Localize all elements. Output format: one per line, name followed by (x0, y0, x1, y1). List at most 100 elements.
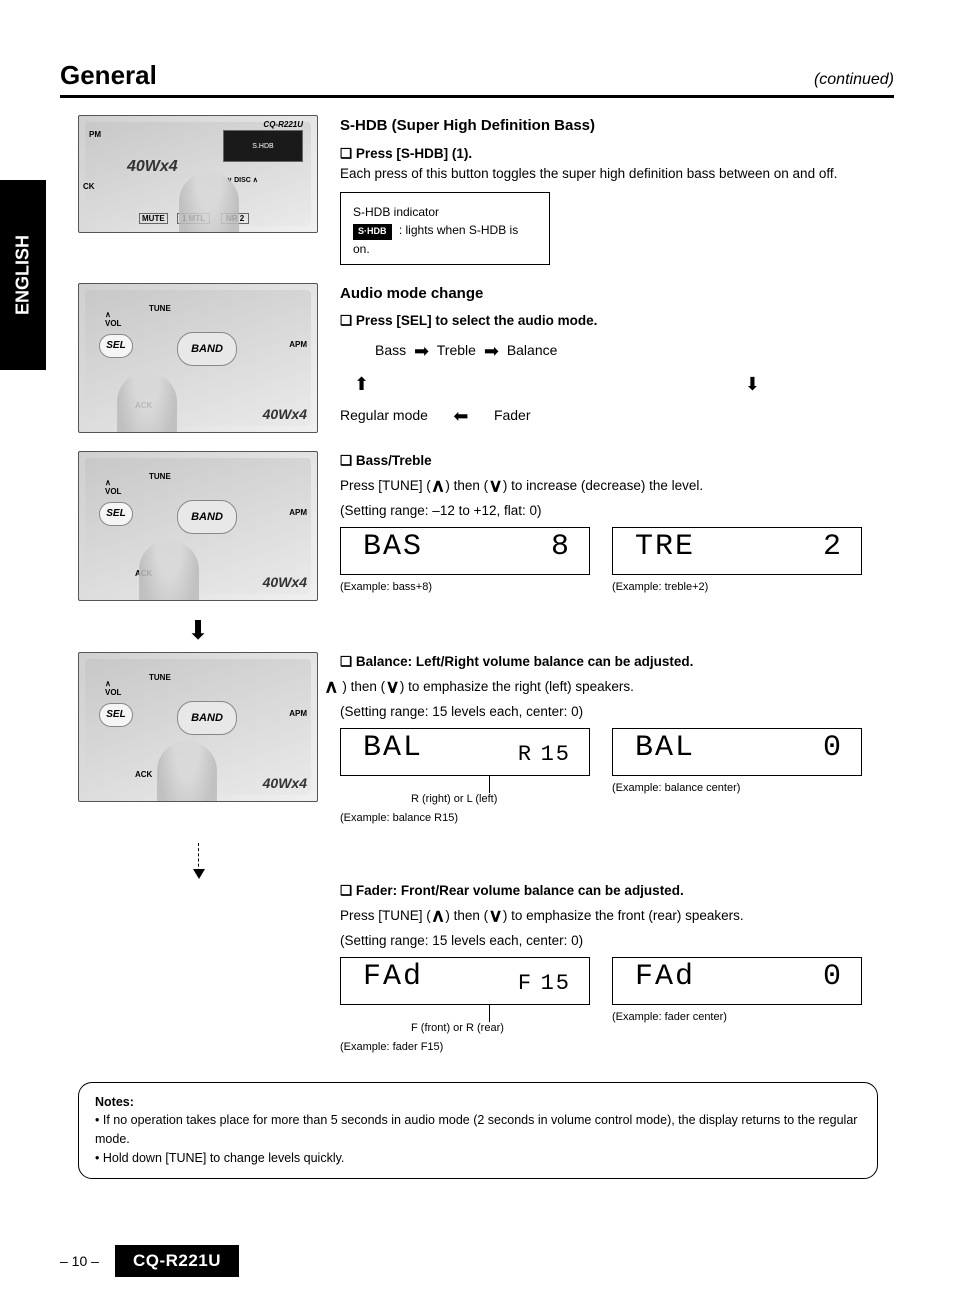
balance-range: (Setting range: 15 levels each, center: … (340, 702, 878, 722)
sel-button: SEL (99, 334, 133, 358)
tune-label: TUNE (149, 673, 171, 682)
hand-pointer-icon (157, 741, 217, 802)
tune-label: TUNE (149, 304, 171, 313)
balance-step-text: ∧ ) then (∨) to emphasize the right (lef… (324, 672, 878, 702)
page-number: – 10 – (60, 1253, 99, 1269)
lcd-bass-val: 8 (551, 525, 571, 570)
shdb-heading: S-HDB (Super High Definition Bass) (340, 115, 878, 138)
lcd-fad2-val: 0 (823, 955, 843, 1000)
vol-label: ∧VOL (105, 310, 121, 328)
bass-range: (Setting range: –12 to +12, flat: 0) (340, 501, 878, 521)
audio-mode-flow: Bass ➡ Treble ➡ Balance ⬆ ⬇ Regular mode (340, 335, 878, 432)
lcd-bass: BAS 8 (340, 527, 590, 575)
lcd-fad2-caption: (Example: fader center) (612, 1009, 862, 1026)
sel-button: SEL (99, 502, 133, 526)
caret-up-icon: ∧ (431, 902, 446, 929)
lcd-fader2: FAd 0 (612, 957, 862, 1005)
language-tab: ENGLISH (0, 180, 46, 370)
hand-pointer-icon (139, 540, 199, 601)
arrow-right-icon: ➡ (414, 341, 429, 361)
device-illustration-shdb: CQ-R221U PM 40Wx4 S.HDB ∨ DISC ∧ CK MUTE… (78, 115, 318, 233)
fader-step-text: Press [TUNE] (∧) then (∨) to emphasize t… (340, 901, 878, 931)
notes-title: Notes: (95, 1095, 134, 1109)
lcd-treble-label: TRE (635, 525, 695, 570)
caret-up-icon: ∧ (324, 673, 339, 700)
fader-pointer-label: F (front) or R (rear) (411, 1020, 504, 1037)
power-label4: 40Wx4 (263, 775, 307, 791)
arrow-up-icon: ⬆ (354, 368, 369, 400)
lcd-mini: S.HDB (223, 130, 303, 162)
model-label: CQ-R221U (263, 120, 303, 129)
shdb-indicator-line1: S-HDB indicator (353, 203, 537, 221)
lcd-bass-caption: (Example: bass+8) (340, 579, 590, 596)
audio-step1-title: ❏ Press [SEL] to select the audio mode. (340, 311, 878, 331)
page-subtitle: (continued) (814, 71, 894, 89)
lcd-bal1-caption: (Example: balance R15) (340, 810, 590, 827)
lcd-bal2-label: BAL (635, 726, 695, 771)
shdb-step-title: ❏ Press [S-HDB] (1). (340, 144, 878, 164)
power-label3: 40Wx4 (263, 574, 307, 590)
notes-box: Notes: • If no operation takes place for… (78, 1082, 878, 1179)
sel-button: SEL (99, 703, 133, 727)
band-button: BAND (177, 701, 237, 735)
fader-step-title: ❏ Fader: Front/Rear volume balance can b… (340, 881, 878, 901)
hand-pointer-icon (179, 172, 239, 233)
caret-down-icon: ∨ (488, 472, 503, 499)
shdb-step-text: Each press of this button toggles the su… (340, 164, 878, 184)
apm-label: PM (89, 130, 101, 139)
lcd-fad1-sub: F (518, 971, 533, 996)
band-button: BAND (177, 332, 237, 366)
lcd-bass-label: BAS (363, 525, 423, 570)
power-label2: 40Wx4 (263, 406, 307, 422)
shdb-chip-icon: S·HDB (353, 224, 392, 240)
lcd-fad1-label: FAd (363, 955, 423, 1000)
lcd-fad1-caption: (Example: fader F15) (340, 1039, 590, 1056)
apm-label2: APM (289, 340, 307, 349)
dashed-arrow-down-icon (198, 843, 199, 877)
balance-pointer-label: R (right) or L (left) (411, 791, 497, 808)
vol-label: ∧VOL (105, 679, 121, 697)
arrow-left-icon: ⬅ (453, 406, 468, 426)
device-illustration-tune2: ∧VOL TUNE SEL BAND APM ACK 40Wx4 (78, 652, 318, 802)
arrow-right-icon: ➡ (484, 341, 499, 361)
tune-label: TUNE (149, 472, 171, 481)
lcd-treble: TRE 2 (612, 527, 862, 575)
lcd-bal2-val: 0 (823, 726, 843, 771)
lcd-treble-val: 2 (823, 525, 843, 570)
apm-label4: APM (289, 709, 307, 718)
caret-up-icon: ∧ (431, 472, 446, 499)
caret-down-icon: ∨ (488, 902, 503, 929)
lcd-bal1-label: BAL (363, 726, 423, 771)
arrow-down-big-icon: ⬇ (78, 615, 318, 646)
lcd-fad1-val: 15 (541, 971, 571, 996)
footer-model-badge: CQ-R221U (115, 1245, 239, 1277)
lcd-balance1: BAL R 15 R (right) or L (left) (340, 728, 590, 776)
lcd-fad2-label: FAd (635, 955, 695, 1000)
power-label: 40Wx4 (127, 158, 178, 176)
note-1: • If no operation takes place for more t… (95, 1113, 857, 1146)
vol-label: ∧VOL (105, 478, 121, 496)
balance-step-title: ❏ Balance: Left/Right volume balance can… (340, 652, 878, 672)
lcd-fader1: FAd F 15 F (front) or R (rear) (340, 957, 590, 1005)
note-2: • Hold down [TUNE] to change levels quic… (95, 1151, 344, 1165)
mute-button-label: MUTE (139, 213, 168, 224)
ck-label: CK (83, 182, 95, 191)
lcd-bal1-val: 15 (541, 742, 571, 767)
fader-range: (Setting range: 15 levels each, center: … (340, 931, 878, 951)
bass-step-text: Press [TUNE] (∧) then (∨) to increase (d… (340, 471, 878, 501)
lcd-bal1-sub: R (518, 742, 533, 767)
band-button: BAND (177, 500, 237, 534)
page-title: General (60, 60, 157, 91)
lcd-bal2-caption: (Example: balance center) (612, 780, 862, 797)
caret-down-icon: ∨ (385, 673, 400, 700)
shdb-indicator-box: S-HDB indicator S·HDB : lights when S-HD… (340, 192, 550, 265)
bass-step-title: ❏ Bass/Treble (340, 451, 878, 471)
lcd-balance2: BAL 0 (612, 728, 862, 776)
audio-heading: Audio mode change (340, 283, 878, 306)
arrow-down-icon: ⬇ (745, 374, 760, 394)
device-illustration-tune1: ∧VOL TUNE SEL BAND APM ACK 40Wx4 (78, 451, 318, 601)
device-illustration-sel: ∧VOL TUNE SEL BAND APM ACK 40Wx4 (78, 283, 318, 433)
apm-label3: APM (289, 508, 307, 517)
ack-label: ACK (135, 770, 152, 779)
hand-pointer-icon (117, 372, 177, 433)
